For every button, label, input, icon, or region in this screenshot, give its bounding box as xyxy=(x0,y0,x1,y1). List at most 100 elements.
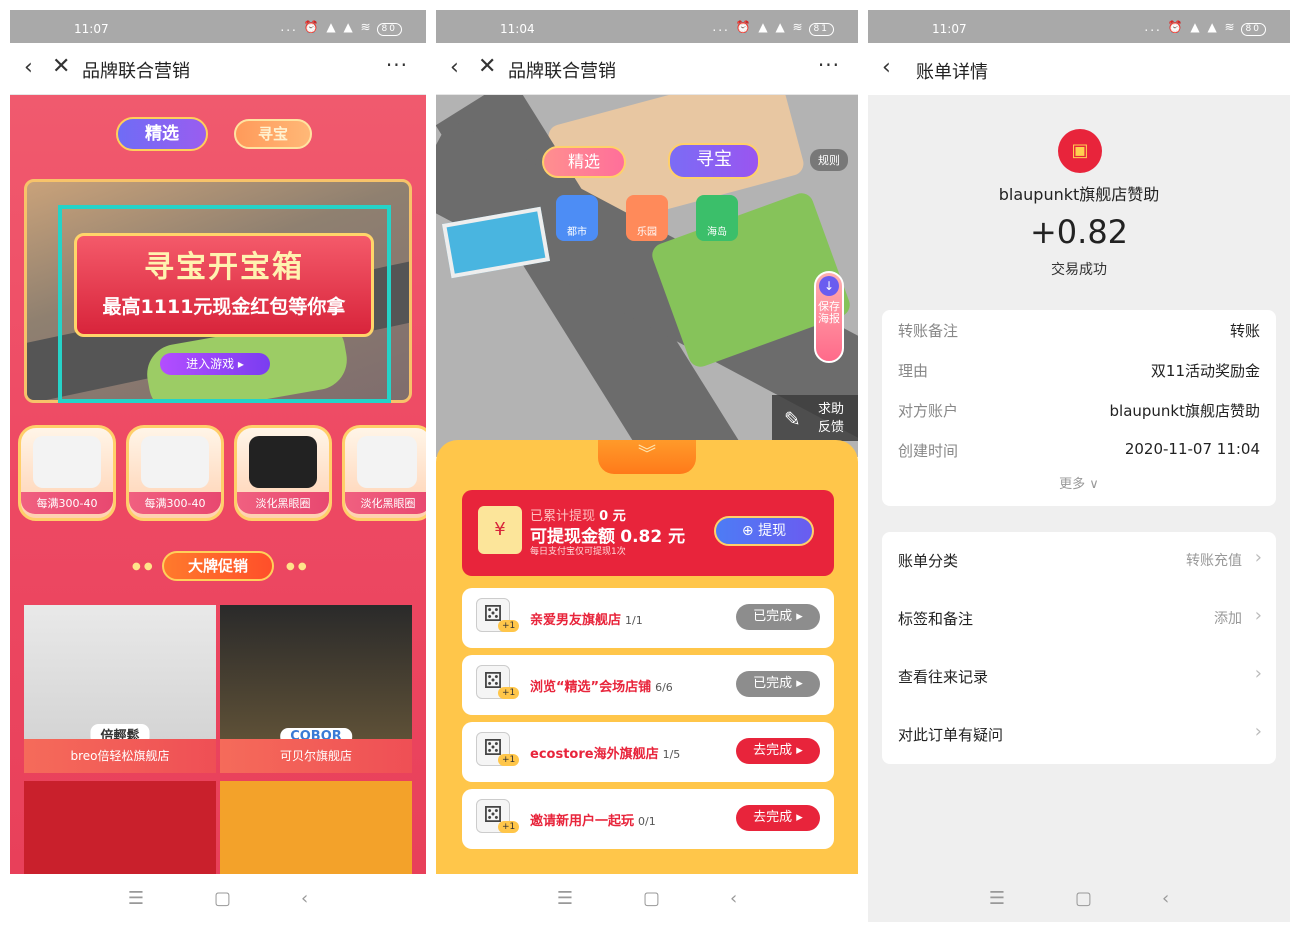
menu-icon[interactable]: ☰ xyxy=(128,888,144,909)
status-bar: 11:07 ... ⏰ ▲ ▲ ≋ 80 xyxy=(868,10,1290,43)
content-area: 精选 寻宝 寻宝开宝箱 最高1111元现金红包等你拿 进入游戏 ▸ 每满300-… xyxy=(10,95,426,881)
nav-bar: ‹ 账单详情 xyxy=(868,43,1290,95)
dice-bonus: +1 xyxy=(498,754,520,766)
help-feedback-button[interactable]: ✎ 求助 反馈 xyxy=(772,395,858,441)
tab-featured[interactable]: 精选 xyxy=(116,117,208,151)
back-icon[interactable]: ‹ xyxy=(450,55,459,80)
game-map[interactable]: 精选 寻宝 规则 都市 乐园 海岛 ↓ 保存海报 ✎ 求助 反馈 xyxy=(436,95,858,457)
chevron-right-icon: › xyxy=(1254,663,1262,684)
task-name: 邀请新用户一起玩 0/1 xyxy=(530,814,656,829)
page-title: 品牌联合营销 xyxy=(82,61,190,82)
decor-dots: ● ● xyxy=(286,561,307,572)
back-nav-icon[interactable]: ‹ xyxy=(1162,888,1169,909)
status-time: 11:04 xyxy=(500,22,535,36)
task-item: ⚄ +1 ecostore海外旗舰店 1/5 去完成 ▸ xyxy=(462,722,834,782)
task-item: ⚄ +1 浏览“精选”会场店铺 6/6 已完成 ▸ xyxy=(462,655,834,715)
product-image xyxy=(141,436,209,488)
enter-game-button[interactable]: 进入游戏 ▸ xyxy=(160,353,270,375)
back-icon[interactable]: ‹ xyxy=(882,55,891,80)
back-nav-icon[interactable]: ‹ xyxy=(730,888,737,909)
task-name: 浏览“精选”会场店铺 6/6 xyxy=(530,680,673,695)
status-time: 11:07 xyxy=(74,22,109,36)
chevron-right-icon: › xyxy=(1254,721,1262,742)
dice-bonus: +1 xyxy=(498,821,520,833)
status-bar: 11:04 ... ⏰ ▲ ▲ ≋ 81 xyxy=(436,10,858,43)
product-card[interactable]: 每满300-40 xyxy=(18,425,116,521)
location-city[interactable]: 都市 xyxy=(556,195,598,241)
order-question-row[interactable]: 对此订单有疑问 › xyxy=(882,706,1276,764)
home-icon[interactable]: ▢ xyxy=(214,888,231,909)
red-packet-icon: ▣ xyxy=(1058,129,1102,173)
save-poster-button[interactable]: ↓ 保存海报 xyxy=(814,271,844,363)
detail-box: 转账备注 转账 理由 双11活动奖励金 对方账户 blaupunkt旗舰店赞助 创建时… xyxy=(882,310,1276,506)
store-card-cobor[interactable]: COBOR 可贝尔旗舰店 xyxy=(220,605,412,773)
counterparty-name: blaupunkt旗舰店赞助 xyxy=(998,185,1160,204)
cash-card: ¥ 已累计提现 0 元 可提现金额 0.82 元 每日支付宝仅可提现1次 ⊕ 提… xyxy=(462,490,834,576)
status-icons: ... ⏰ ▲ ▲ ≋ 81 xyxy=(712,20,834,36)
section-title-promo: 大牌促销 xyxy=(162,551,274,581)
more-icon[interactable]: ··· xyxy=(818,53,840,77)
menu-icon[interactable]: ☰ xyxy=(557,888,573,909)
tab-featured[interactable]: 精选 xyxy=(542,146,626,178)
task-status-button[interactable]: 已完成 ▸ xyxy=(736,604,820,630)
task-status-button[interactable]: 去完成 ▸ xyxy=(736,805,820,831)
task-item: ⚄ +1 亲爱男友旗舰店 1/1 已完成 ▸ xyxy=(462,588,834,648)
menu-icon[interactable]: ☰ xyxy=(989,888,1005,909)
product-label: 每满300-40 xyxy=(129,492,221,514)
amount: +0.82 xyxy=(1029,213,1129,251)
close-icon[interactable]: ✕ xyxy=(52,54,70,79)
product-card[interactable]: 每满300-40 xyxy=(126,425,224,521)
red-envelope-icon: ¥ xyxy=(478,506,522,554)
tab-treasure[interactable]: 寻宝 xyxy=(234,119,312,149)
tab-treasure[interactable]: 寻宝 xyxy=(668,143,760,179)
task-name: 亲爱男友旗舰店 1/1 xyxy=(530,613,643,628)
task-name: ecostore海外旗舰店 1/5 xyxy=(530,747,681,762)
home-icon[interactable]: ▢ xyxy=(643,888,660,909)
banner-subline: 最高1111元现金红包等你拿 xyxy=(102,296,346,318)
location-island[interactable]: 海岛 xyxy=(696,195,738,241)
product-card[interactable]: 淡化黑眼圈 xyxy=(234,425,332,521)
battery-icon: 81 xyxy=(808,23,834,36)
decor-dots: ● ● xyxy=(132,561,153,572)
history-row[interactable]: 查看往来记录 › xyxy=(882,648,1276,706)
status-bar: 11:07 ... ⏰ ▲ ▲ ≋ 80 xyxy=(10,10,426,43)
transaction-summary: ▣ blaupunkt旗舰店赞助 +0.82 交易成功 xyxy=(868,95,1290,307)
close-icon[interactable]: ✕ xyxy=(478,54,496,79)
product-label: 淡化黑眼圈 xyxy=(345,492,426,514)
status-icons: ... ⏰ ▲ ▲ ≋ 80 xyxy=(1144,20,1266,36)
battery-icon: 80 xyxy=(1240,23,1266,36)
task-item: ⚄ +1 邀请新用户一起玩 0/1 去完成 ▸ xyxy=(462,789,834,849)
download-icon: ↓ xyxy=(819,276,839,296)
more-icon[interactable]: ··· xyxy=(386,53,408,77)
banner-title[interactable]: 寻宝开宝箱 最高1111元现金红包等你拿 xyxy=(74,233,374,337)
task-status-button[interactable]: 已完成 ▸ xyxy=(736,671,820,697)
back-nav-icon[interactable]: ‹ xyxy=(301,888,308,909)
store-caption: breo倍轻松旗舰店 xyxy=(24,739,216,773)
nav-bar: ‹ ✕ 品牌联合营销 ··· xyxy=(10,43,426,95)
location-park[interactable]: 乐园 xyxy=(626,195,668,241)
store-card[interactable] xyxy=(24,781,216,881)
collapse-chevron-icon[interactable]: ︾ xyxy=(598,440,696,474)
withdraw-button[interactable]: ⊕ 提现 xyxy=(714,516,814,546)
page-title: 品牌联合营销 xyxy=(508,61,616,82)
screen-bill-details: 11:07 ... ⏰ ▲ ▲ ≋ 80 ‹ 账单详情 ▣ blaupunkt旗舰… xyxy=(868,10,1290,922)
detail-row: 转账备注 转账 xyxy=(898,322,1260,340)
options-box: 账单分类 转账充值 › 标签和备注 添加 › 查看往来记录 › 对此订单有疑问 › xyxy=(882,532,1276,764)
battery-icon: 80 xyxy=(376,23,402,36)
system-nav-bar: ☰ ▢ ‹ xyxy=(10,874,426,922)
rules-button[interactable]: 规则 xyxy=(810,149,848,171)
bill-category-row[interactable]: 账单分类 转账充值 › xyxy=(882,532,1276,590)
banner-headline: 寻宝开宝箱 xyxy=(144,250,304,285)
product-row: 每满300-40 每满300-40 淡化黑眼圈 淡化黑眼圈 xyxy=(18,425,426,521)
store-card[interactable] xyxy=(220,781,412,881)
tags-notes-row[interactable]: 标签和备注 添加 › xyxy=(882,590,1276,648)
task-panel: ︾ ¥ 已累计提现 0 元 可提现金额 0.82 元 每日支付宝仅可提现1次 ⊕… xyxy=(436,440,858,874)
back-icon[interactable]: ‹ xyxy=(24,55,33,80)
home-icon[interactable]: ▢ xyxy=(1075,888,1092,909)
store-card-breo[interactable]: 倍輕鬆 breo倍轻松旗舰店 xyxy=(24,605,216,773)
nav-bar: ‹ ✕ 品牌联合营销 ··· xyxy=(436,43,858,95)
task-status-button[interactable]: 去完成 ▸ xyxy=(736,738,820,764)
more-button[interactable]: 更多 ∨ xyxy=(882,470,1276,506)
status-icons: ... ⏰ ▲ ▲ ≋ 80 xyxy=(280,20,402,36)
product-card[interactable]: 淡化黑眼圈 xyxy=(342,425,426,521)
